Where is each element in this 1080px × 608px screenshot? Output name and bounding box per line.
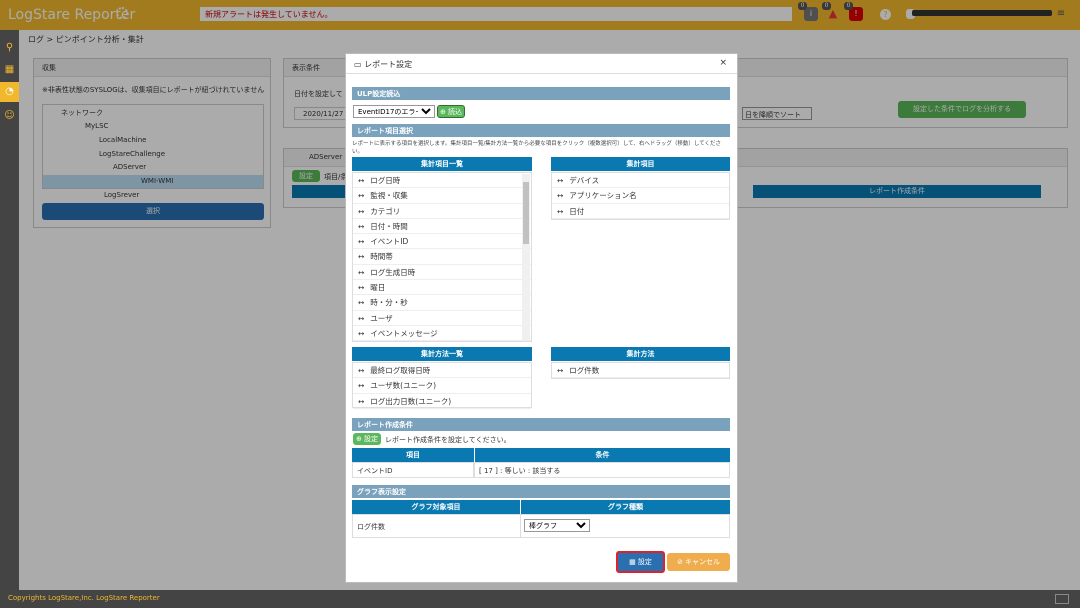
condition-cell-item: イベントID [352,462,474,478]
list-item[interactable]: ↔ ユーザ [353,311,531,326]
ulp-load-button[interactable]: ⊕ 読込 [437,105,465,118]
list-item[interactable]: ↔ カテゴリ [353,204,531,219]
list-item[interactable]: ↔ 最終ログ取得日時 [353,363,531,379]
list-item[interactable]: ↔ ログ日時 [353,173,531,189]
list-item[interactable]: ↔ ログ件数 [552,363,729,379]
date-input[interactable]: 2020/11/27 [294,107,349,120]
list-item[interactable]: ↔ デバイス [552,173,729,189]
condition-col-condition: 条件 [475,448,730,462]
available-items-header: 集計項目一覧 [352,157,532,171]
ulp-section-header: ULP設定読込 [352,87,730,100]
list-item[interactable]: ↔ ログ出力日数(ユニーク) [353,394,531,409]
ulp-select[interactable]: EventID17のエラー [353,105,435,118]
list-item[interactable]: ↔ ユーザ数(ユニーク) [353,378,531,394]
methods-header: 集計方法一覧 [352,347,532,361]
selected-items-header: 集計項目 [551,157,730,171]
methods-list[interactable]: ↔ 最終ログ取得日時 ↔ ユーザ数(ユニーク) ↔ ログ出力日数(ユニーク) [352,362,532,409]
list-item[interactable]: ↔ イベントメッセージ [353,326,531,341]
ok-button[interactable]: ▦ 設定 [616,551,665,573]
device-tree: ネットワーク MyLSC LocalMachine LogStareChalle… [42,104,264,189]
log-icon[interactable]: ◔ [0,82,19,102]
left-sidebar: ⚲ ▦ ◔ ☺ [0,30,19,590]
list-item[interactable]: ↔ ログ生成日時 [353,265,531,281]
modal-title: レポート設定 [364,60,413,69]
adserver-set-button[interactable]: 設定 [292,170,320,182]
list-item[interactable]: ↔ 曜日 [353,280,531,296]
list-item[interactable]: ↔ 時間帯 [353,249,531,265]
scrollbar[interactable] [522,174,530,340]
condition-set-label: 設定 [364,435,379,443]
list-item[interactable]: ↔ 監視・収集 [353,188,531,204]
graph-section-header: グラフ表示設定 [352,485,730,498]
condition-section-header: レポート作成条件 [352,418,730,431]
condition-set-button[interactable]: ⊕ 設定 [353,433,381,445]
list-item[interactable]: ↔ イベントID [353,234,531,250]
item-select-instruction: レポートに表示する項目を選択します。集計項目一覧/集計方法一覧から必要な項目をク… [352,141,722,155]
tree-node[interactable]: WMI-WMI [141,177,173,185]
chat-icon[interactable] [1055,594,1069,604]
report-condition-header: レポート作成条件 [753,185,1041,198]
adserver-item-label: 項目/条 [324,173,348,181]
close-icon[interactable]: × [719,58,727,68]
tree-node[interactable]: LocalMachine [99,136,146,144]
collect-panel-title: 収集 [34,59,270,77]
tree-node[interactable]: ADServer [113,163,146,171]
list-item[interactable]: ↔ 日付 [552,204,729,219]
ok-label: 設定 [637,558,652,566]
footer: Copyrights LogStare,Inc. LogStare Report… [0,590,1080,608]
selected-methods-list[interactable]: ↔ ログ件数 [551,362,730,380]
modal-backdrop-top [0,0,1080,30]
scrollbar-thumb[interactable] [523,182,529,244]
users-icon[interactable]: ☺ [0,106,19,126]
list-item[interactable]: ↔ 時・分・秒 [353,295,531,311]
chart-icon[interactable]: ▦ [0,60,19,80]
copyright: Copyrights LogStare,Inc. LogStare Report… [8,594,160,602]
list-item[interactable]: ↔ アプリケーション名 [552,188,729,204]
tree-node[interactable]: MyLSC [85,122,108,130]
cancel-label: キャンセル [685,558,721,566]
adserver-header-bar [292,185,346,198]
graph-type-select[interactable]: 棒グラフ [524,519,590,532]
condition-cell-condition: [ 17 ] : 等しい : 該当する [474,462,730,478]
collect-panel: 収集 ※非表性状態のSYSLOGは、収集項目にレポートが紐づけれていません ネッ… [33,58,271,228]
graph-col-type: グラフ種類 [521,500,730,514]
list-item[interactable]: ↔ 日付・時間 [353,219,531,235]
select-button[interactable]: 選択 [42,203,264,220]
selected-items-list[interactable]: ↔ デバイス ↔ アプリケーション名 ↔ 日付 [551,172,730,220]
selected-methods-header: 集計方法 [551,347,730,361]
ulp-load-label: 読込 [448,108,463,116]
tree-node[interactable]: LogSrever [104,191,139,199]
search-icon[interactable]: ⚲ [0,38,19,58]
available-items-list[interactable]: ↔ ログ日時 ↔ 監視・収集 ↔ カテゴリ ↔ 日付・時間 ↔ イベントID ↔ 時間帯 ↔… [352,172,532,342]
window-icon: ▭ [354,60,365,69]
breadcrumb: ログ > ピンポイント分析・集計 [28,35,144,44]
item-select-header: レポート項目選択 [352,124,730,137]
sort-select[interactable]: 日を降順でソート [742,107,812,120]
collect-note: ※非表性状態のSYSLOGは、収集項目にレポートが紐づけれていません [42,86,265,94]
tree-node[interactable]: ネットワーク [61,108,103,118]
graph-target-cell: ログ件数 [352,514,521,538]
condition-col-item: 項目 [352,448,474,462]
date-label: 日付を設定して [294,90,343,98]
condition-prompt: レポート作成条件を設定してください。 [385,436,511,444]
cancel-button[interactable]: ⊘ キャンセル [667,553,730,571]
modal-header: ▭ レポート設定 × [346,54,737,74]
tree-node[interactable]: LogStareChallenge [99,150,165,158]
graph-col-target: グラフ対象項目 [352,500,520,514]
analyze-button[interactable]: 設定した条件でログを分析する [898,101,1026,118]
